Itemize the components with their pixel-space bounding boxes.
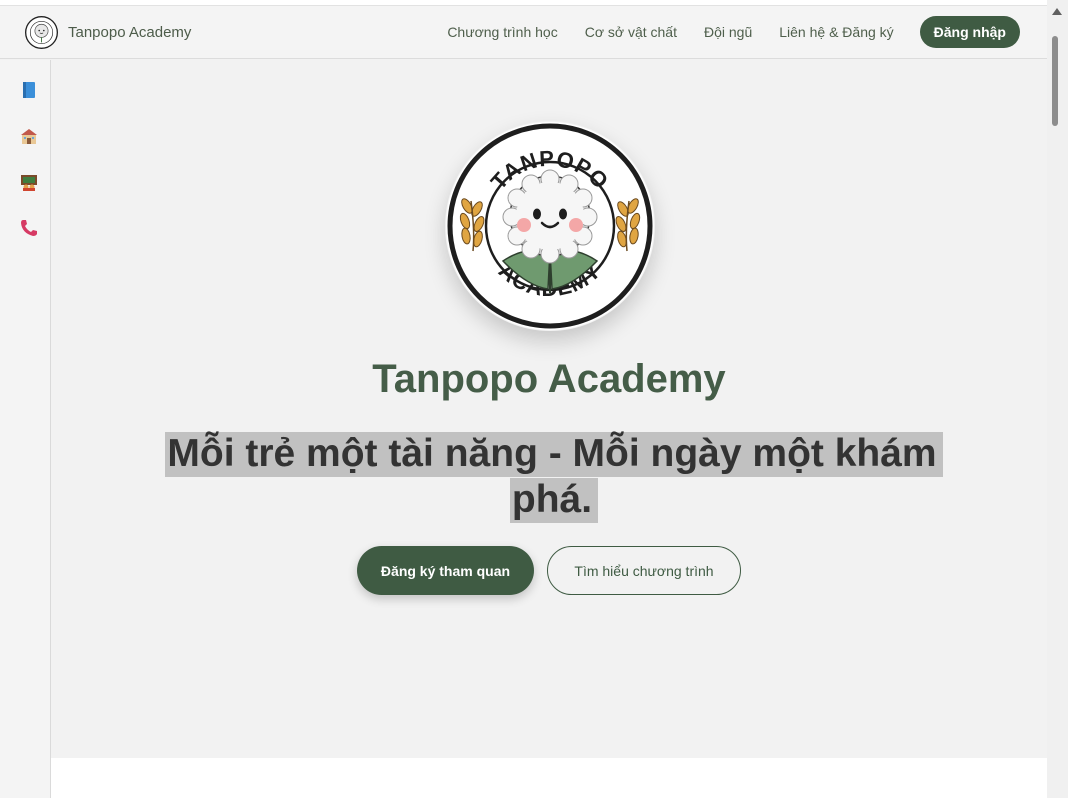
hero-title: Tanpopo Academy <box>372 357 726 401</box>
main-nav: Chương trình học Cơ sở vật chất Đội ngũ … <box>447 16 1020 48</box>
brand-name: Tanpopo Academy <box>68 24 192 41</box>
nav-link-team[interactable]: Đội ngũ <box>704 24 752 40</box>
scroll-thumb[interactable] <box>1052 36 1058 126</box>
register-visit-button[interactable]: Đăng ký tham quan <box>357 546 534 595</box>
classroom-icon[interactable] <box>19 172 39 192</box>
book-icon[interactable] <box>19 80 39 100</box>
brand-logo-icon <box>25 16 58 49</box>
nav-link-programs[interactable]: Chương trình học <box>447 24 557 40</box>
academy-logo: TANPOPO ACADEMY <box>445 121 655 331</box>
tagline: Mỗi trẻ một tài năng - Mỗi ngày một khám… <box>158 431 950 523</box>
scrollbar[interactable] <box>1047 0 1068 798</box>
brand[interactable]: Tanpopo Academy <box>25 16 191 49</box>
sidebar <box>0 60 51 798</box>
learn-program-button[interactable]: Tìm hiểu chương trình <box>547 546 741 595</box>
tagline-line-1: Mỗi trẻ một tài năng - Mỗi ngày một khám <box>165 432 943 477</box>
school-icon[interactable] <box>19 126 39 146</box>
phone-icon[interactable] <box>19 218 39 238</box>
nav-link-contact[interactable]: Liên hệ & Đăng ký <box>779 24 893 40</box>
site-header: Tanpopo Academy Chương trình học Cơ sở v… <box>0 6 1047 59</box>
tagline-line-2: phá. <box>509 478 599 523</box>
login-button[interactable]: Đăng nhập <box>919 16 1020 48</box>
nav-link-facilities[interactable]: Cơ sở vật chất <box>585 24 677 40</box>
scroll-up-arrow-icon[interactable] <box>1052 8 1062 15</box>
next-section <box>51 758 1047 798</box>
